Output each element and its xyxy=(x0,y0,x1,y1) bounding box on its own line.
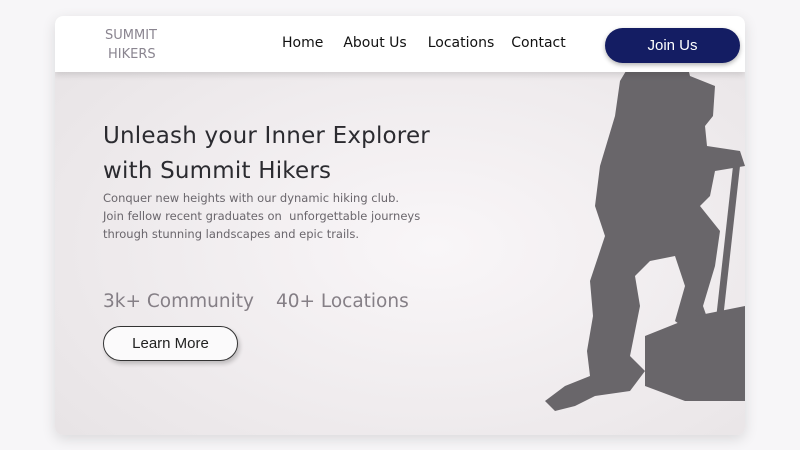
hero-title: Unleash your Inner Explorer with Summit H… xyxy=(103,119,430,189)
sub-line1: Conquer new heights with our dynamic hik… xyxy=(103,189,443,207)
title-line2: with Summit Hikers xyxy=(103,158,331,184)
stat-community: 3k+ Community xyxy=(103,291,254,312)
nav-about-us[interactable]: About Us xyxy=(343,35,406,51)
nav-locations[interactable]: Locations xyxy=(428,35,495,51)
logo-line2: HIKERS xyxy=(105,45,157,64)
stats: 3k+ Community 40+ Locations xyxy=(103,291,409,312)
title-line1: Unleash your Inner Explorer xyxy=(103,123,430,149)
nav-contact[interactable]: Contact xyxy=(511,35,565,51)
nav-links: Home About Us Locations Contact xyxy=(282,35,566,51)
hiker-silhouette-image xyxy=(535,56,745,435)
stat-locations: 40+ Locations xyxy=(276,291,409,312)
learn-more-button[interactable]: Learn More xyxy=(103,326,238,361)
nav-home[interactable]: Home xyxy=(282,35,323,51)
join-us-button[interactable]: Join Us xyxy=(605,28,740,63)
hero-subtitle: Conquer new heights with our dynamic hik… xyxy=(103,189,443,243)
sub-line2: Join fellow recent graduates on unforget… xyxy=(103,207,443,225)
hero-card: SUMMITHIKERS Home About Us Locations Con… xyxy=(55,16,745,435)
logo[interactable]: SUMMITHIKERS xyxy=(105,26,157,64)
sub-line3: through stunning landscapes and epic tra… xyxy=(103,225,443,243)
logo-line1: SUMMIT xyxy=(105,26,157,45)
